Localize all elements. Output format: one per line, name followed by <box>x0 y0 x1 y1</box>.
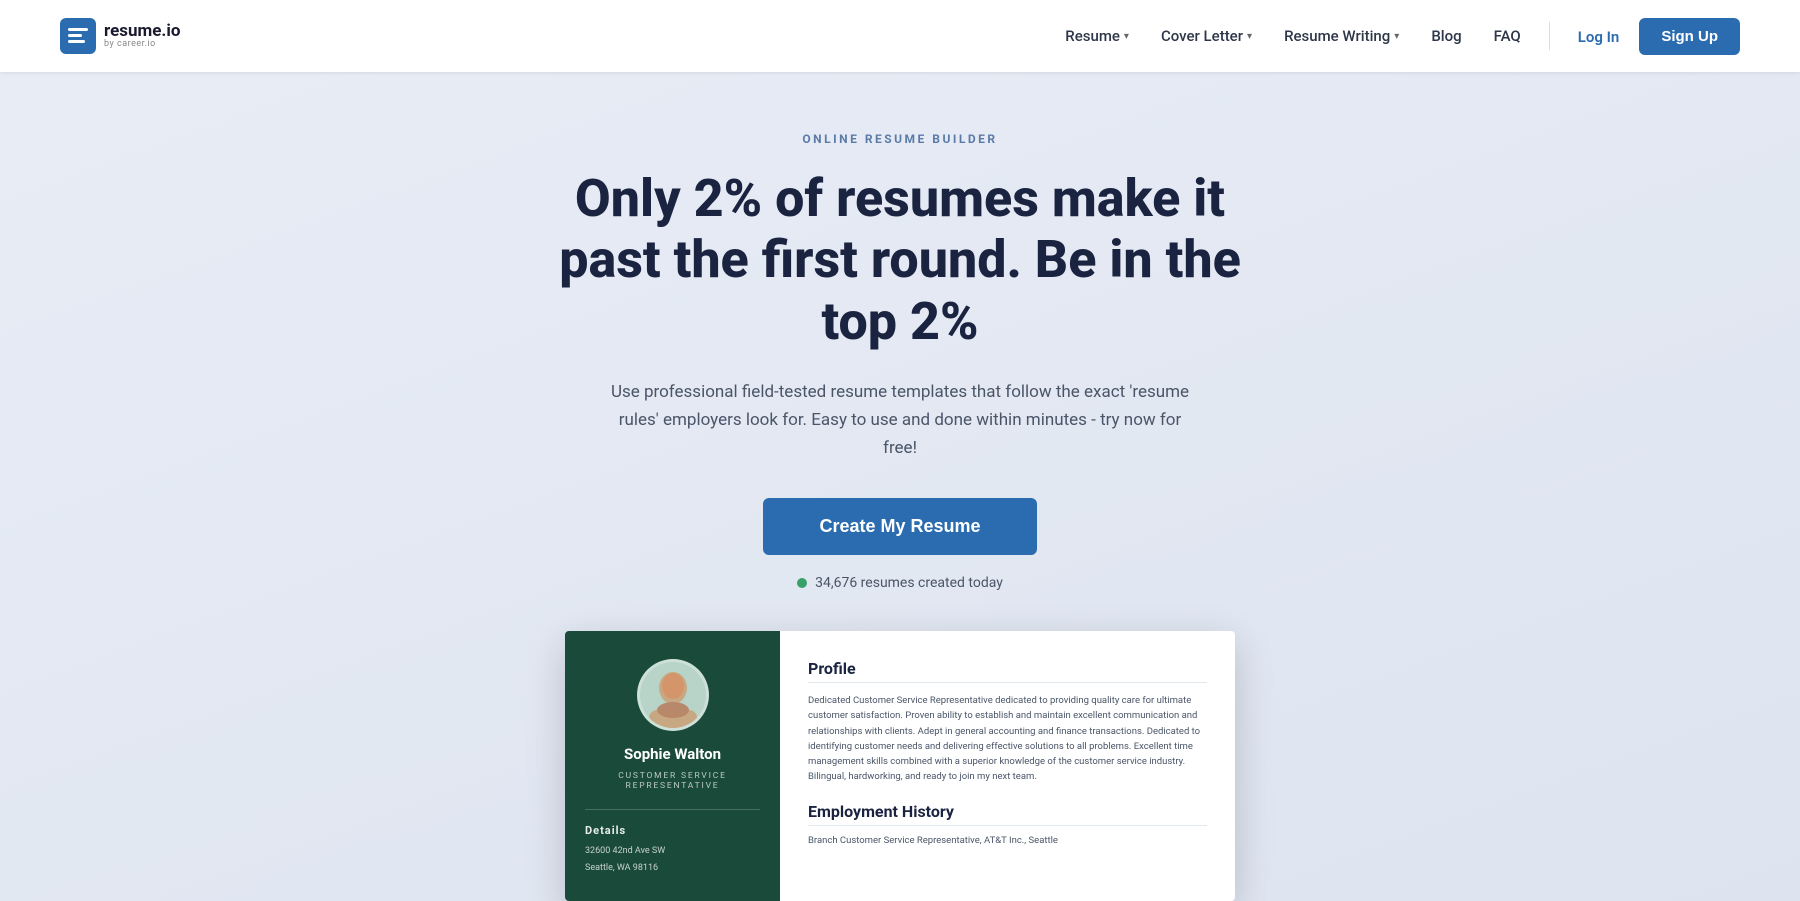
nav-divider <box>1549 22 1550 50</box>
login-button[interactable]: Log In <box>1566 22 1632 52</box>
resume-profile-text: Dedicated Customer Service Representativ… <box>808 693 1207 784</box>
logo-text: resume.io by career.io <box>104 23 180 49</box>
logo-sub-text: by career.io <box>104 40 180 49</box>
chevron-down-icon: ▾ <box>1247 31 1252 42</box>
signup-button[interactable]: Sign Up <box>1639 18 1740 55</box>
stat-text: 34,676 resumes created today <box>815 575 1003 591</box>
resume-employment-title: Employment History <box>808 802 1207 826</box>
resume-card: Sophie Walton CUSTOMER SERVICEREPRESENTA… <box>565 631 1235 901</box>
hero-section: ONLINE RESUME BUILDER Only 2% of resumes… <box>0 72 1800 901</box>
logo[interactable]: resume.io by career.io <box>60 18 180 54</box>
chevron-down-icon: ▾ <box>1124 31 1129 42</box>
avatar-person-icon <box>647 668 699 728</box>
avatar <box>637 659 709 731</box>
nav-item-blog[interactable]: Blog <box>1419 21 1473 51</box>
resume-name: Sophie Walton <box>624 745 721 763</box>
chevron-down-icon: ▾ <box>1394 31 1399 42</box>
resume-left-panel: Sophie Walton CUSTOMER SERVICEREPRESENTA… <box>565 631 780 901</box>
resume-address-2: Seattle, WA 98116 <box>585 862 658 876</box>
resume-details-label: Details <box>585 824 626 837</box>
resume-divider <box>585 809 760 810</box>
nav-item-faq[interactable]: FAQ <box>1482 21 1533 51</box>
hero-tag: ONLINE RESUME BUILDER <box>802 132 997 146</box>
nav-item-resume[interactable]: Resume ▾ <box>1053 21 1141 51</box>
logo-main-text: resume.io <box>104 23 180 40</box>
logo-icon <box>60 18 96 54</box>
nav-item-resume-writing[interactable]: Resume Writing ▾ <box>1272 21 1411 51</box>
resume-job-title: CUSTOMER SERVICEREPRESENTATIVE <box>618 771 726 791</box>
create-resume-button[interactable]: Create My Resume <box>763 498 1036 555</box>
hero-stat: 34,676 resumes created today <box>797 575 1003 591</box>
resume-right-panel: Profile Dedicated Customer Service Repre… <box>780 631 1235 901</box>
nav-links: Resume ▾ Cover Letter ▾ Resume Writing ▾… <box>1053 18 1740 55</box>
navbar: resume.io by career.io Resume ▾ Cover Le… <box>0 0 1800 72</box>
hero-subtitle: Use professional field-tested resume tem… <box>610 378 1190 462</box>
resume-address-1: 32600 42nd Ave SW <box>585 845 665 859</box>
nav-item-cover-letter[interactable]: Cover Letter ▾ <box>1149 21 1264 51</box>
hero-title: Only 2% of resumes make it past the firs… <box>540 168 1260 352</box>
stat-dot-icon <box>797 578 807 588</box>
resume-preview: Sophie Walton CUSTOMER SERVICEREPRESENTA… <box>550 631 1250 901</box>
resume-profile-title: Profile <box>808 659 1207 683</box>
resume-employment-line: Branch Customer Service Representative, … <box>808 834 1207 848</box>
